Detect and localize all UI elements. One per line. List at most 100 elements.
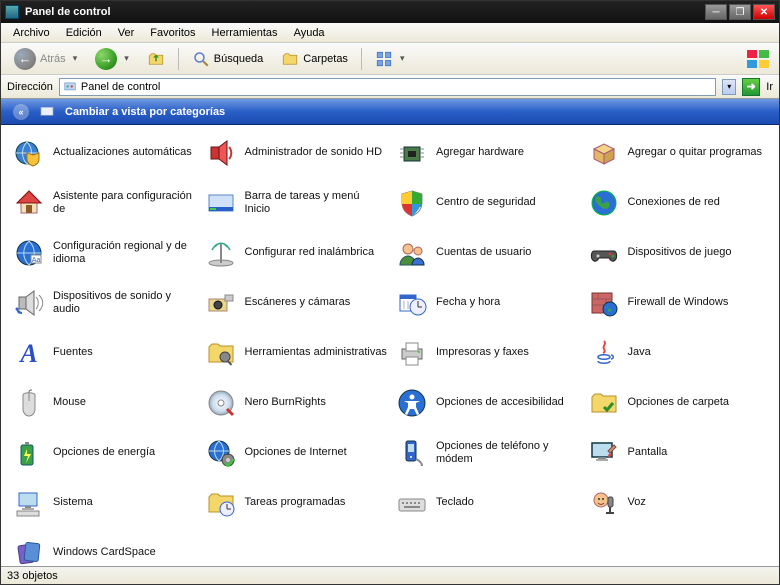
cp-item-internet[interactable]: Opciones de Internet [205, 435, 389, 471]
search-button[interactable]: Búsqueda [185, 47, 271, 71]
cp-item-fonts[interactable]: AFuentes [13, 335, 197, 371]
cp-item-auto-updates[interactable]: Actualizaciones automáticas [13, 135, 197, 171]
collapse-icon[interactable]: « [13, 104, 29, 120]
menu-edicion[interactable]: Edición [58, 25, 110, 41]
menu-favoritos[interactable]: Favoritos [142, 25, 203, 41]
cp-item-speech[interactable]: Voz [588, 485, 772, 521]
cp-item-label: Sistema [53, 496, 93, 509]
cp-item-mouse[interactable]: Mouse [13, 385, 197, 421]
menu-ayuda[interactable]: Ayuda [286, 25, 333, 41]
house-icon [13, 187, 45, 219]
users-icon [396, 237, 428, 269]
cp-item-java[interactable]: Java [588, 335, 772, 371]
cp-item-keyboard[interactable]: Teclado [396, 485, 580, 521]
forward-button[interactable]: → [88, 45, 136, 73]
cp-item-nero[interactable]: Nero BurnRights [205, 385, 389, 421]
cp-item-printers[interactable]: Impresoras y faxes [396, 335, 580, 371]
cp-item-label: Agregar o quitar programas [628, 146, 763, 159]
cp-item-taskbar[interactable]: Barra de tareas y menú Inicio [205, 185, 389, 221]
cp-item-label: Dispositivos de juego [628, 246, 732, 259]
cp-item-wireless[interactable]: Configurar red inalámbrica [205, 235, 389, 271]
switch-view-link[interactable]: Cambiar a vista por categorías [65, 106, 225, 118]
cp-item-label: Opciones de energía [53, 446, 155, 459]
java-icon [588, 337, 620, 369]
content-area[interactable]: Actualizaciones automáticas Administrador… [1, 125, 779, 566]
cp-item-label: Escáneres y cámaras [245, 296, 351, 309]
folders-button[interactable]: Carpetas [274, 47, 355, 71]
address-value: Panel de control [81, 81, 161, 93]
letter-a-icon: A [13, 337, 45, 369]
address-field[interactable]: Panel de control [59, 78, 716, 96]
cp-item-network[interactable]: Conexiones de red [588, 185, 772, 221]
address-label: Dirección [7, 81, 53, 93]
camera-icon [205, 287, 237, 319]
cp-item-system[interactable]: Sistema [13, 485, 197, 521]
svg-text:A: A [18, 339, 37, 368]
cp-item-label: Actualizaciones automáticas [53, 146, 192, 159]
control-panel-small-icon [63, 80, 77, 94]
cp-item-phone[interactable]: Opciones de teléfono y módem [396, 435, 580, 471]
speaker-red-icon [205, 137, 237, 169]
cp-item-label: Agregar hardware [436, 146, 524, 159]
cp-item-label: Opciones de carpeta [628, 396, 730, 409]
cp-item-label: Teclado [436, 496, 474, 509]
views-icon [375, 50, 393, 68]
minimize-button[interactable]: ─ [705, 4, 727, 20]
views-button[interactable] [368, 47, 412, 71]
menu-archivo[interactable]: Archivo [5, 25, 58, 41]
up-button[interactable] [140, 47, 172, 71]
cp-item-hd-audio[interactable]: Administrador de sonido HD [205, 135, 389, 171]
cp-item-label: Tareas programadas [245, 496, 346, 509]
printer-icon [396, 337, 428, 369]
cp-item-admin-tools[interactable]: Herramientas administrativas [205, 335, 389, 371]
titlebar[interactable]: Panel de control ─ ❐ ✕ [1, 1, 779, 23]
cp-item-display[interactable]: Pantalla [588, 435, 772, 471]
globe-gear-icon [205, 437, 237, 469]
windows-logo-icon [745, 48, 773, 70]
control-panel-category-icon [39, 104, 55, 120]
folders-icon [281, 50, 299, 68]
back-arrow-icon: ← [14, 48, 36, 70]
cp-item-accounts[interactable]: Cuentas de usuario [396, 235, 580, 271]
cp-item-firewall[interactable]: Firewall de Windows [588, 285, 772, 321]
keyboard-icon [396, 487, 428, 519]
cp-item-game-ctrl[interactable]: Dispositivos de juego [588, 235, 772, 271]
cp-item-regional[interactable]: AaConfiguración regional y de idioma [13, 235, 197, 271]
back-button[interactable]: ← Atrás [7, 45, 84, 73]
cp-item-label: Asistente para configuración de [53, 190, 197, 216]
back-label: Atrás [40, 53, 66, 65]
go-button[interactable]: ➜ [742, 78, 760, 96]
search-icon [192, 50, 210, 68]
box-icon [588, 137, 620, 169]
cp-item-accessibility[interactable]: Opciones de accesibilidad [396, 385, 580, 421]
disc-icon [205, 387, 237, 419]
cp-item-add-remove[interactable]: Agregar o quitar programas [588, 135, 772, 171]
cp-item-date-time[interactable]: Fecha y hora [396, 285, 580, 321]
menu-ver[interactable]: Ver [110, 25, 143, 41]
maximize-button[interactable]: ❐ [729, 4, 751, 20]
cp-item-power[interactable]: Opciones de energía [13, 435, 197, 471]
cp-item-scanners[interactable]: Escáneres y cámaras [205, 285, 389, 321]
monitor-brush-icon [588, 437, 620, 469]
forward-arrow-icon: → [95, 48, 117, 70]
folder-clock-icon [205, 487, 237, 519]
cp-item-label: Cuentas de usuario [436, 246, 531, 259]
cp-item-sound[interactable]: Dispositivos de sonido y audio [13, 285, 197, 321]
cp-item-wizard[interactable]: Asistente para configuración de [13, 185, 197, 221]
folders-label: Carpetas [303, 53, 348, 65]
antenna-icon [205, 237, 237, 269]
search-label: Búsqueda [214, 53, 264, 65]
items-grid: Actualizaciones automáticas Administrador… [13, 135, 771, 566]
menu-herramientas[interactable]: Herramientas [204, 25, 286, 41]
access-icon [396, 387, 428, 419]
status-count: 33 objetos [7, 570, 58, 582]
cp-item-folder-opts[interactable]: Opciones de carpeta [588, 385, 772, 421]
cp-item-label: Barra de tareas y menú Inicio [245, 190, 389, 216]
cp-item-add-hardware[interactable]: Agregar hardware [396, 135, 580, 171]
close-button[interactable]: ✕ [753, 4, 775, 20]
cp-item-cardspace[interactable]: Windows CardSpace [13, 535, 197, 566]
cp-item-tasks[interactable]: Tareas programadas [205, 485, 389, 521]
folder-up-icon [147, 50, 165, 68]
cp-item-security-center[interactable]: Centro de seguridad [396, 185, 580, 221]
address-dropdown-button[interactable]: ▾ [722, 79, 736, 95]
